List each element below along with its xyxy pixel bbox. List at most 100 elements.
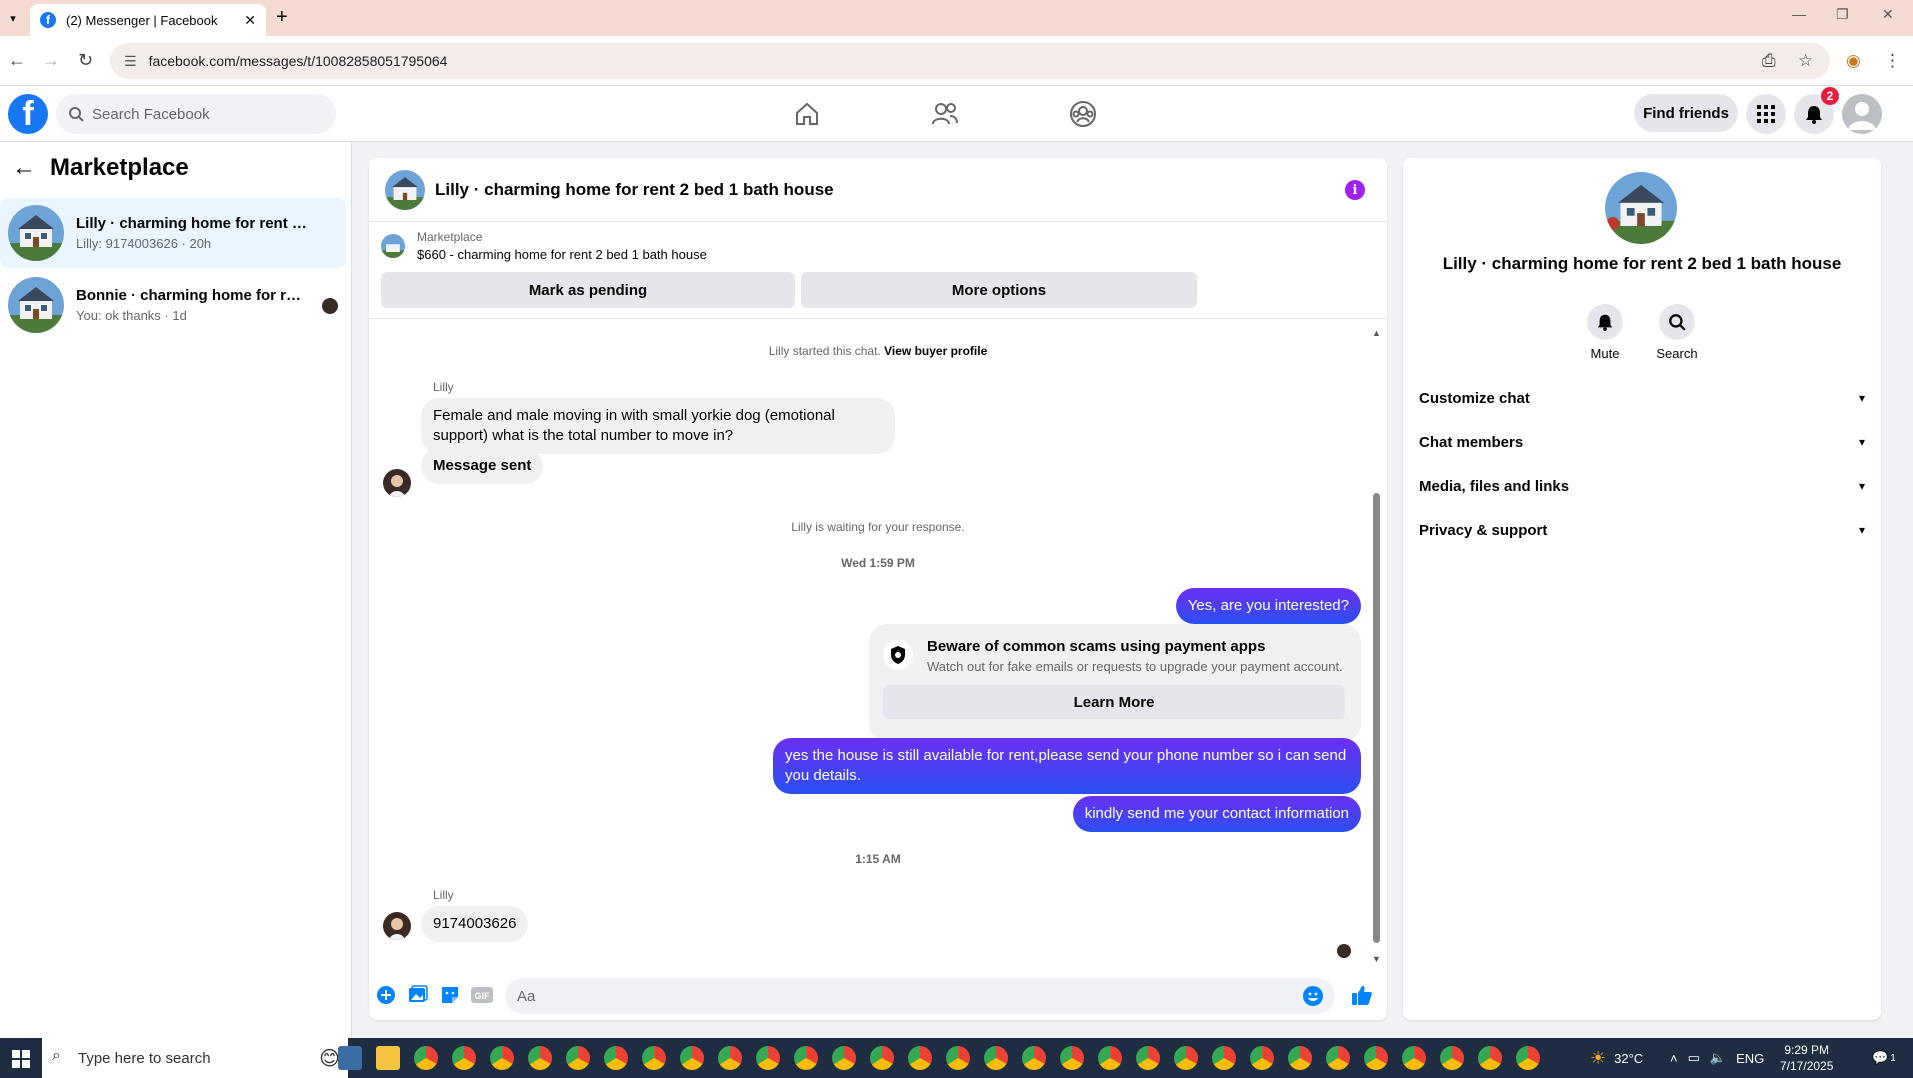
chat-members-item[interactable]: Chat members ▾ bbox=[1419, 424, 1865, 460]
chrome-icon[interactable] bbox=[642, 1046, 666, 1070]
action-center-icon[interactable]: 💬 1 bbox=[1872, 1038, 1896, 1078]
account-avatar[interactable] bbox=[1842, 94, 1882, 134]
taskbar-app-icon[interactable] bbox=[338, 1046, 362, 1070]
chrome-icon[interactable] bbox=[1364, 1046, 1388, 1070]
tab-search-icon[interactable]: ▾ bbox=[4, 9, 22, 27]
chrome-icon[interactable] bbox=[1022, 1046, 1046, 1070]
facebook-logo-icon[interactable]: f bbox=[8, 94, 48, 134]
chat-title[interactable]: Lilly · charming home for rent 2 bed 1 b… bbox=[435, 180, 834, 200]
new-tab-icon[interactable]: + bbox=[276, 6, 288, 29]
search-in-chat-button[interactable]: Search bbox=[1647, 304, 1707, 361]
volume-icon[interactable]: 🔈 bbox=[1710, 1050, 1726, 1066]
outgoing-message[interactable]: Yes, are you interested? bbox=[1175, 588, 1361, 624]
scroll-up-icon[interactable]: ▲ bbox=[1372, 328, 1381, 338]
outgoing-message[interactable]: kindly send me your contact information bbox=[1072, 796, 1361, 832]
home-icon[interactable] bbox=[791, 98, 823, 130]
chrome-icon[interactable] bbox=[1060, 1046, 1084, 1070]
chrome-icon[interactable] bbox=[832, 1046, 856, 1070]
taskbar-search-input[interactable]: ⌕ Type here to search 😊 bbox=[42, 1038, 348, 1078]
chrome-menu-icon[interactable]: ⋮ bbox=[1884, 51, 1901, 71]
customize-chat-item[interactable]: Customize chat ▾ bbox=[1419, 380, 1865, 416]
outgoing-message[interactable]: yes the house is still available for ren… bbox=[773, 738, 1361, 794]
chrome-icon[interactable] bbox=[1212, 1046, 1236, 1070]
chrome-icon[interactable] bbox=[1326, 1046, 1350, 1070]
back-arrow-icon[interactable]: ← bbox=[12, 154, 36, 182]
plus-circle-icon[interactable] bbox=[375, 984, 397, 1006]
chat-avatar[interactable] bbox=[1605, 172, 1677, 244]
close-window-icon[interactable]: ✕ bbox=[1882, 6, 1894, 23]
learn-more-button[interactable]: Learn More bbox=[883, 685, 1345, 719]
forward-arrow-icon[interactable]: → bbox=[42, 50, 60, 71]
photo-icon[interactable] bbox=[407, 984, 429, 1006]
chrome-icon[interactable] bbox=[490, 1046, 514, 1070]
chrome-icon[interactable] bbox=[1250, 1046, 1274, 1070]
restore-icon[interactable]: ❐ bbox=[1836, 6, 1849, 23]
chrome-icon[interactable] bbox=[984, 1046, 1008, 1070]
media-files-links-item[interactable]: Media, files and links ▾ bbox=[1419, 468, 1865, 504]
chrome-icon[interactable] bbox=[908, 1046, 932, 1070]
listing-title[interactable]: $660 - charming home for rent 2 bed 1 ba… bbox=[417, 247, 707, 262]
clock[interactable]: 9:29 PM 7/17/2025 bbox=[1780, 1042, 1833, 1074]
reload-icon[interactable]: ↻ bbox=[78, 50, 93, 71]
conversation-item[interactable]: Lilly · charming home for rent 2 be... L… bbox=[0, 198, 346, 268]
mark-as-pending-button[interactable]: Mark as pending bbox=[381, 272, 795, 308]
thumbs-up-icon[interactable] bbox=[1351, 984, 1373, 1006]
view-buyer-profile-link[interactable]: View buyer profile bbox=[884, 344, 987, 358]
find-friends-button[interactable]: Find friends bbox=[1634, 94, 1738, 132]
weather-widget[interactable]: ☀ 32°C bbox=[1590, 1038, 1643, 1078]
groups-icon[interactable] bbox=[1067, 98, 1099, 130]
bookmark-star-icon[interactable]: ☆ bbox=[1798, 51, 1813, 71]
chrome-profile-icon[interactable]: ◉ bbox=[1846, 51, 1861, 71]
sticker-icon[interactable] bbox=[439, 984, 461, 1006]
menu-grid-icon[interactable] bbox=[1746, 94, 1786, 134]
chrome-icon[interactable] bbox=[1478, 1046, 1502, 1070]
language-indicator[interactable]: ENG bbox=[1736, 1051, 1764, 1066]
house-avatar[interactable] bbox=[385, 169, 425, 210]
scroll-thumb[interactable] bbox=[1373, 493, 1380, 943]
chrome-icon[interactable] bbox=[452, 1046, 476, 1070]
browser-tab[interactable]: f (2) Messenger | Facebook ✕ bbox=[30, 4, 266, 36]
chrome-icon[interactable] bbox=[1402, 1046, 1426, 1070]
chat-scrollbar[interactable]: ▲ ▼ bbox=[1370, 328, 1382, 968]
gif-icon[interactable]: GIF bbox=[471, 984, 493, 1006]
chrome-icon[interactable] bbox=[1440, 1046, 1464, 1070]
chrome-icon[interactable] bbox=[794, 1046, 818, 1070]
chrome-icon[interactable] bbox=[718, 1046, 742, 1070]
facebook-search-input[interactable]: Search Facebook bbox=[56, 94, 336, 134]
close-tab-icon[interactable]: ✕ bbox=[244, 12, 256, 29]
chrome-icon[interactable] bbox=[756, 1046, 780, 1070]
install-app-icon[interactable]: ⎙ bbox=[1762, 51, 1776, 71]
chevron-up-icon[interactable]: ˄ bbox=[1670, 1051, 1678, 1066]
chrome-icon[interactable] bbox=[1288, 1046, 1312, 1070]
emoji-icon[interactable] bbox=[1303, 986, 1323, 1006]
message-input[interactable]: Aa bbox=[505, 978, 1335, 1014]
file-explorer-icon[interactable] bbox=[376, 1046, 400, 1070]
chrome-icon[interactable] bbox=[1516, 1046, 1540, 1070]
back-arrow-icon[interactable]: ← bbox=[8, 50, 26, 71]
chrome-icon[interactable] bbox=[680, 1046, 704, 1070]
chrome-icon[interactable] bbox=[414, 1046, 438, 1070]
incoming-message[interactable]: 9174003626 bbox=[421, 906, 529, 942]
url-field[interactable]: ☰ facebook.com/messages/t/10082858051795… bbox=[110, 43, 1830, 79]
incoming-message[interactable]: Female and male moving in with small yor… bbox=[421, 398, 895, 454]
chrome-icon[interactable] bbox=[566, 1046, 590, 1070]
chrome-icon[interactable] bbox=[1136, 1046, 1160, 1070]
scroll-down-icon[interactable]: ▼ bbox=[1372, 954, 1381, 964]
info-icon[interactable]: i bbox=[1345, 180, 1365, 200]
windows-start-icon[interactable] bbox=[12, 1050, 30, 1068]
chrome-icon[interactable] bbox=[528, 1046, 552, 1070]
friends-icon[interactable] bbox=[929, 98, 961, 130]
chrome-icon[interactable] bbox=[870, 1046, 894, 1070]
incoming-message[interactable]: Message sent bbox=[421, 448, 544, 484]
chrome-icon[interactable] bbox=[604, 1046, 628, 1070]
site-info-icon[interactable]: ☰ bbox=[124, 53, 137, 70]
more-options-button[interactable]: More options bbox=[801, 272, 1197, 308]
privacy-support-item[interactable]: Privacy & support ▾ bbox=[1419, 512, 1865, 548]
minimize-icon[interactable]: — bbox=[1792, 6, 1806, 22]
network-icon[interactable]: ▭ bbox=[1688, 1050, 1700, 1066]
conversation-item[interactable]: Bonnie · charming home for ren... You: o… bbox=[0, 270, 346, 340]
chrome-icon[interactable] bbox=[1174, 1046, 1198, 1070]
mute-button[interactable]: Mute bbox=[1575, 304, 1635, 361]
chrome-icon[interactable] bbox=[946, 1046, 970, 1070]
chrome-icon[interactable] bbox=[1098, 1046, 1122, 1070]
